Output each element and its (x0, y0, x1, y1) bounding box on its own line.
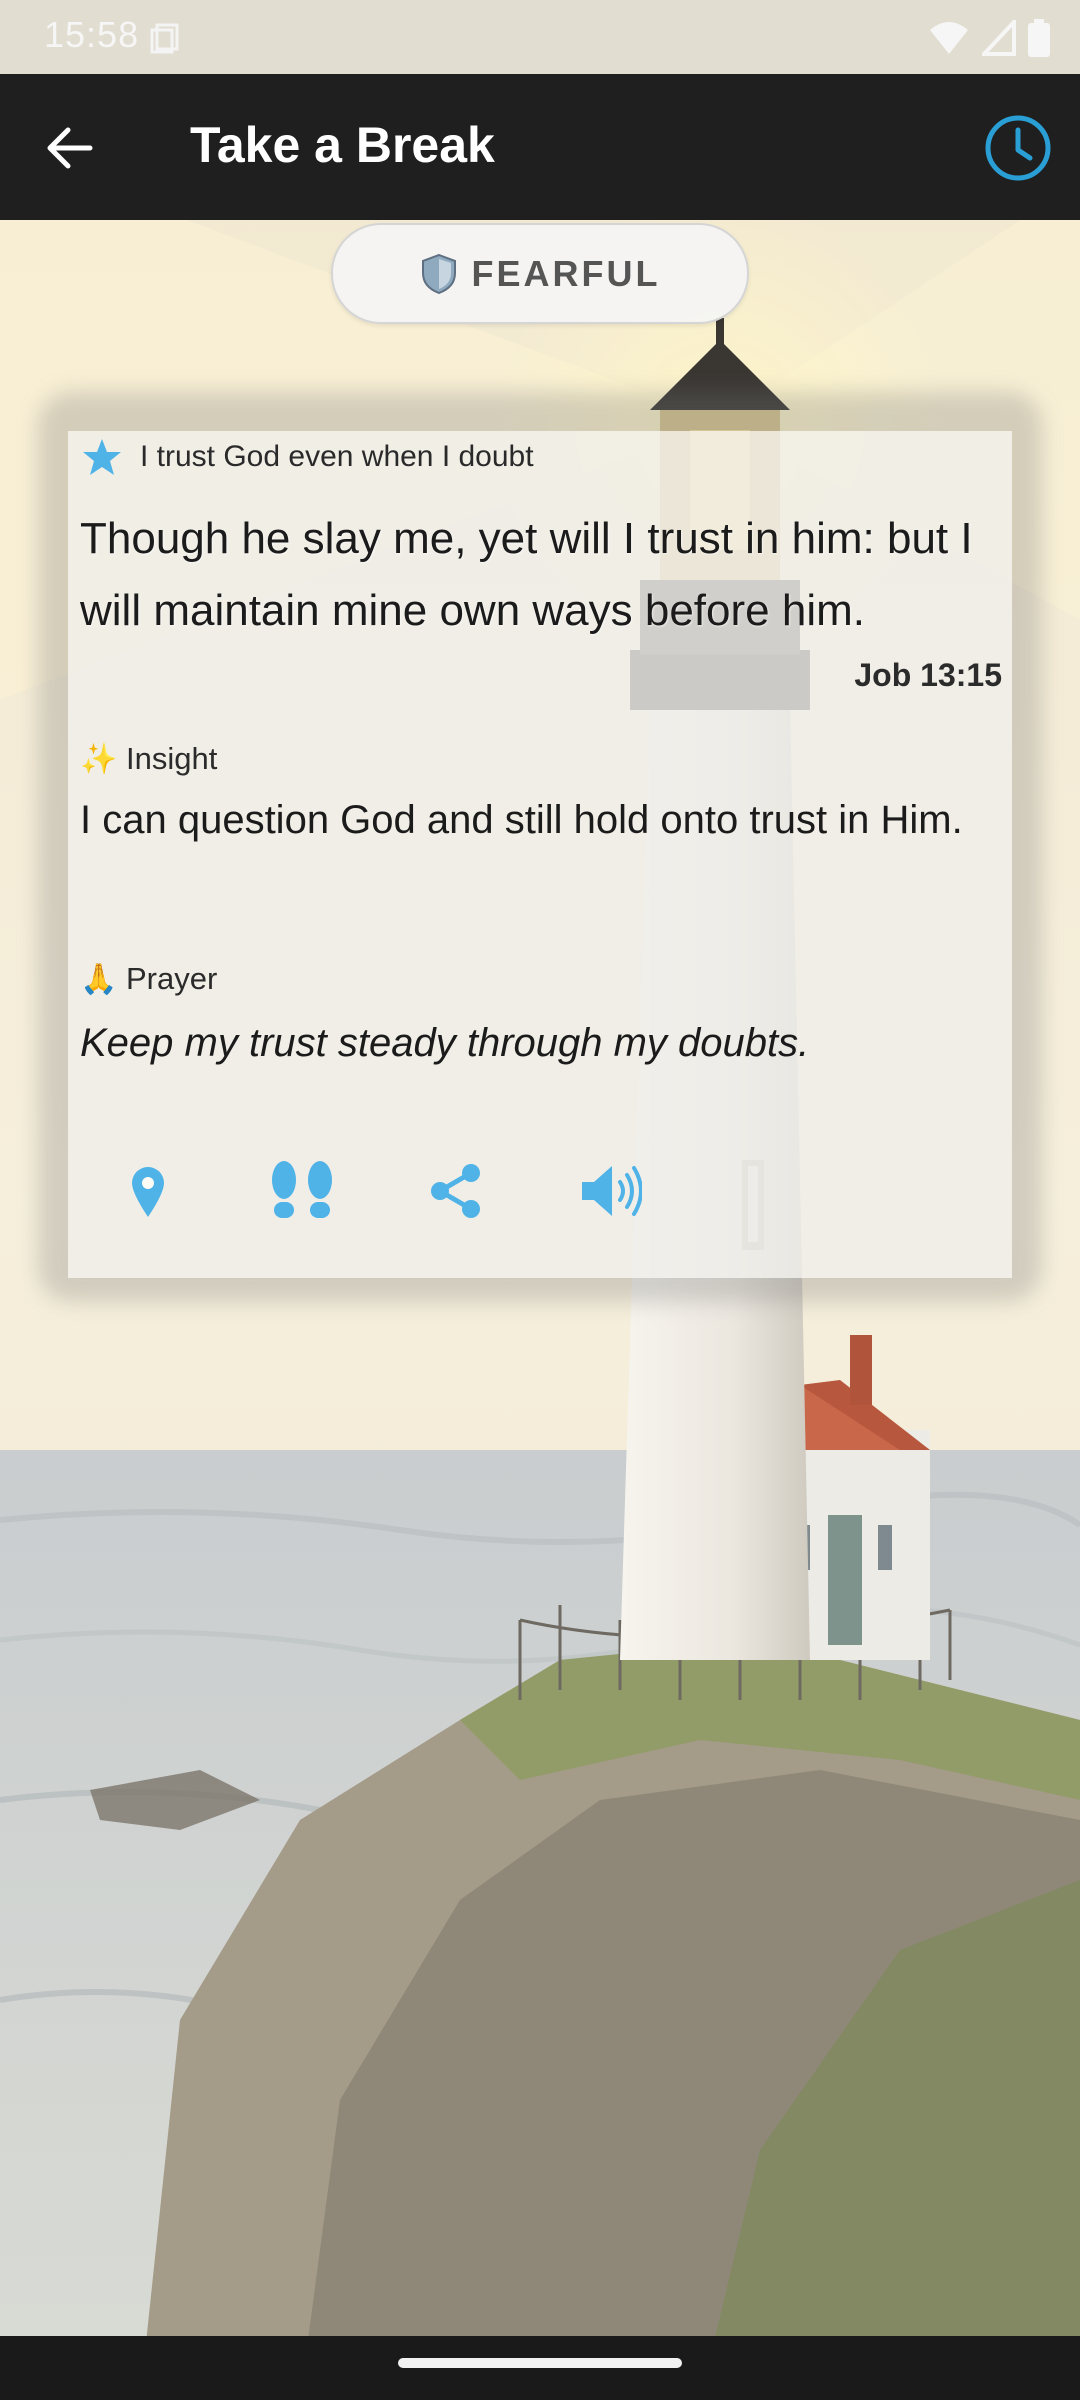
verse-reference: Job 13:15 (854, 657, 1002, 693)
status-icons (928, 18, 1050, 58)
share-button[interactable] (416, 1151, 496, 1231)
verse-card: I trust God even when I doubt Though he … (68, 431, 1012, 1278)
history-button[interactable] (980, 110, 1056, 186)
listen-button[interactable] (570, 1151, 650, 1231)
back-button[interactable] (30, 108, 110, 188)
status-time: 15:58 (44, 14, 140, 55)
share-icon (431, 1164, 480, 1218)
screen: 15:58 Take a Break FEARFUL I trust God e… (0, 0, 1080, 2400)
page-title: Take a Break (190, 117, 495, 173)
star-icon (83, 439, 121, 475)
mood-chip[interactable]: FEARFUL (331, 223, 749, 324)
action-row (108, 1151, 650, 1231)
praying-hands-icon: 🙏 (80, 962, 118, 996)
insight-text: I can question God and still hold onto t… (80, 798, 963, 842)
shield-icon (421, 253, 456, 294)
steps-button[interactable] (262, 1151, 342, 1231)
prayer-heading: 🙏 Prayer (80, 961, 217, 997)
arrow-back-icon (47, 127, 93, 169)
signal-icon (982, 20, 1016, 56)
wifi-icon (930, 22, 968, 54)
sparkles-icon: ✨ (80, 742, 118, 776)
verse-text: Though he slay me, yet will I trust in h… (80, 514, 973, 635)
theme-row: I trust God even when I doubt (82, 437, 534, 477)
location-pin-icon (132, 1167, 164, 1217)
speaker-icon (582, 1166, 642, 1216)
home-indicator[interactable] (398, 2358, 682, 2368)
theme-text: I trust God even when I doubt (140, 440, 534, 473)
status-bar: 15:58 (0, 0, 1080, 74)
screenshot-notification-icon (150, 23, 179, 54)
mood-label: FEARFUL (471, 252, 661, 294)
clock-icon (985, 115, 1051, 181)
footprints-icon (272, 1161, 332, 1218)
insight-label: Insight (126, 741, 218, 776)
prayer-text: Keep my trust steady through my doubts. (80, 1021, 810, 1065)
battery-icon (1028, 19, 1050, 57)
insight-heading: ✨ Insight (80, 741, 217, 777)
navigation-bar (0, 2336, 1080, 2400)
location-button[interactable] (108, 1151, 188, 1231)
prayer-label: Prayer (126, 961, 218, 996)
app-bar: Take a Break (0, 74, 1080, 220)
